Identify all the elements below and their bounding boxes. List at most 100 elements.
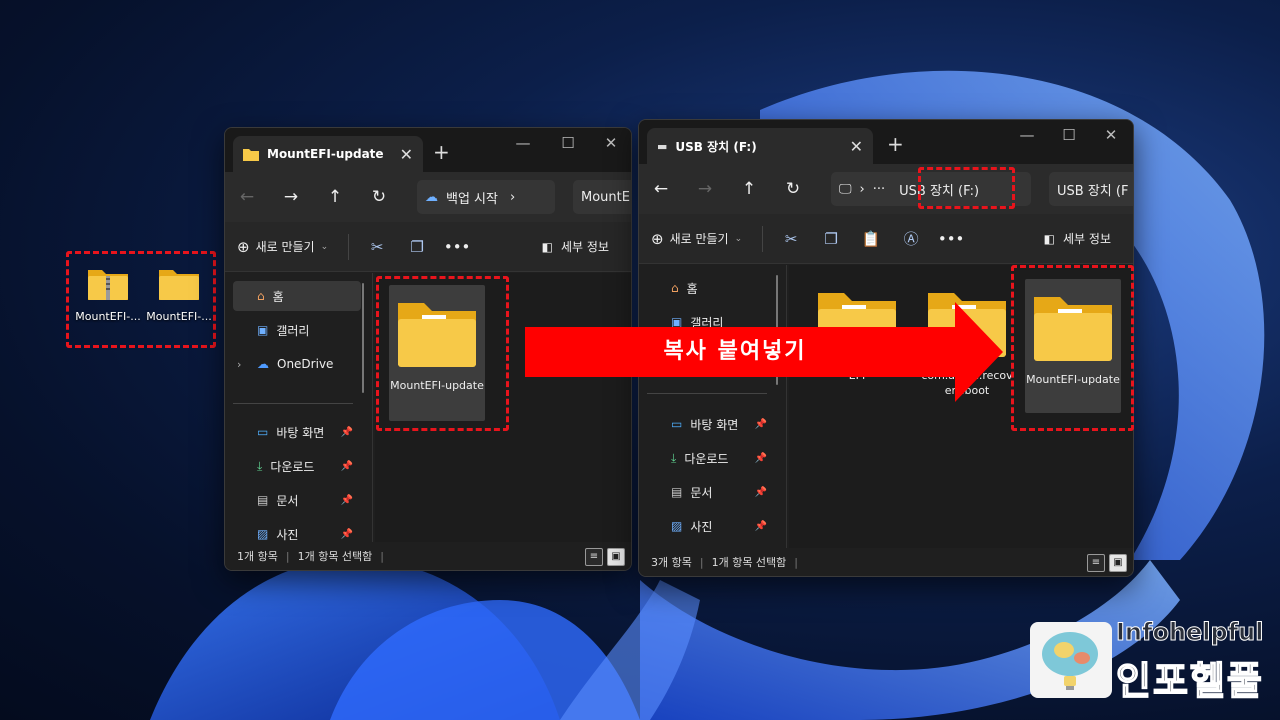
desktop-icon: ▭	[257, 425, 269, 439]
close-window-icon[interactable]: ✕	[1091, 126, 1131, 144]
sidebar-scrollbar[interactable]	[362, 283, 364, 393]
sidebar-item-desktop[interactable]: ▭ 바탕 화면 📌	[647, 409, 775, 439]
status-bar: 1개 항목 | 1개 항목 선택함 | ≡ ▣	[225, 542, 631, 570]
close-icon[interactable]: ✕	[850, 137, 863, 156]
pin-icon[interactable]: 📌	[755, 487, 767, 498]
pin-icon[interactable]: 📌	[755, 521, 767, 532]
up-icon[interactable]: ↑	[727, 179, 771, 199]
tab-title: USB 장치 (F:)	[675, 139, 757, 154]
sidebar-item-home[interactable]: ⌂ 홈	[233, 281, 361, 311]
cut-icon[interactable]: ✂	[771, 230, 811, 248]
pin-icon[interactable]: 📌	[755, 419, 767, 430]
forward-icon[interactable]: →	[683, 179, 727, 199]
sidebar-item-downloads[interactable]: ⤓ 다운로드 📌	[233, 451, 361, 481]
copy-icon[interactable]: ❐	[397, 238, 437, 256]
details-button[interactable]: ◧ 세부 정보	[542, 238, 609, 255]
watermark-ko: 인포헬풀	[1115, 658, 1264, 704]
sidebar-item-downloads[interactable]: ⤓ 다운로드 📌	[647, 443, 775, 473]
new-button[interactable]: ⊕ 새로 만들기 ⌄	[639, 230, 754, 248]
brain-bulb-icon	[1042, 632, 1098, 690]
file-item-mountefi[interactable]: MountEFI-update	[1025, 279, 1121, 413]
chevron-right-icon: ›	[509, 189, 516, 205]
chevron-down-icon: ⌄	[734, 233, 743, 244]
crumb-usb[interactable]: USB 장치 (F:)	[899, 180, 979, 199]
sidebar-item-label: 사진	[276, 527, 299, 542]
refresh-icon[interactable]: ↻	[771, 179, 815, 199]
back-icon[interactable]: ←	[225, 187, 269, 207]
more-icon[interactable]: •••	[437, 238, 477, 256]
search-box[interactable]: USB 장치 (F	[1049, 172, 1133, 206]
nav-bar: ← → ↑ ↻ 🖵 › ··· USB 장치 (F:) USB 장치 (F	[639, 164, 1133, 214]
sidebar-item-label: 홈	[272, 289, 284, 304]
item-count: 1개 항목	[237, 550, 278, 563]
tiles-view-icon[interactable]: ▣	[607, 548, 625, 566]
maximize-icon[interactable]: ☐	[548, 134, 588, 152]
address-bar[interactable]: ☁ 백업 시작 ›	[417, 180, 555, 214]
sidebar-item-home[interactable]: ⌂ 홈	[647, 273, 775, 303]
new-button[interactable]: ⊕ 새로 만들기 ⌄	[225, 238, 340, 256]
navigation-pane: ⌂ 홈 ▣ 갤러리 › ☁ OneDrive ▭ 바탕 화면 📌 ⤓ 다운로드 …	[225, 273, 373, 542]
sidebar-item-documents[interactable]: ▤ 문서 📌	[233, 485, 361, 515]
up-icon[interactable]: ↑	[313, 187, 357, 207]
computer-icon: 🖵	[839, 181, 852, 197]
more-icon[interactable]: •••	[931, 230, 971, 248]
divider	[762, 225, 764, 252]
pin-icon[interactable]: 📌	[341, 529, 353, 540]
new-label: 새로 만들기	[669, 232, 729, 246]
sidebar-item-onedrive[interactable]: › ☁ OneDrive	[233, 349, 361, 379]
close-icon[interactable]: ✕	[400, 145, 413, 164]
address-crumb[interactable]: MountEFI-	[573, 180, 631, 214]
copy-icon[interactable]: ❐	[811, 230, 851, 248]
status-bar: 3개 항목 | 1개 항목 선택함 | ≡ ▣	[639, 548, 1133, 576]
details-view-icon[interactable]: ≡	[1087, 554, 1105, 572]
add-tab-icon[interactable]: +	[887, 132, 904, 156]
sidebar-item-label: 문서	[690, 485, 713, 500]
pin-icon[interactable]: 📌	[341, 495, 353, 506]
desktop-icon-zip[interactable]: MountEFI-...	[73, 264, 143, 323]
add-tab-icon[interactable]: +	[433, 140, 450, 164]
chevron-down-icon: ⌄	[320, 241, 329, 252]
refresh-icon[interactable]: ↻	[357, 187, 401, 207]
rename-icon[interactable]: Ⓐ	[891, 228, 931, 249]
gallery-icon: ▣	[257, 323, 269, 337]
desktop-icon-label: MountEFI-...	[146, 310, 212, 323]
close-window-icon[interactable]: ✕	[591, 134, 631, 152]
sidebar-item-label: 다운로드	[270, 459, 315, 474]
arrow-label: 복사 붙여넣기	[663, 339, 807, 364]
pin-icon[interactable]: 📌	[341, 461, 353, 472]
file-item-mountefi[interactable]: MountEFI-update	[389, 285, 485, 421]
details-button[interactable]: ◧ 세부 정보	[1044, 230, 1111, 247]
home-icon: ⌂	[671, 281, 679, 295]
sidebar-item-pictures[interactable]: ▨ 사진 📌	[647, 511, 775, 541]
minimize-icon[interactable]: —	[503, 134, 543, 152]
pin-icon[interactable]: 📌	[341, 427, 353, 438]
maximize-icon[interactable]: ☐	[1049, 126, 1089, 144]
tab-mountefi[interactable]: MountEFI-update ✕	[233, 136, 423, 172]
paste-icon[interactable]: 📋	[851, 230, 891, 248]
minimize-icon[interactable]: —	[1007, 126, 1047, 144]
more-crumbs-icon: ···	[872, 181, 886, 197]
address-bar[interactable]: 🖵 › ··· USB 장치 (F:)	[831, 172, 1031, 206]
details-view-icon[interactable]: ≡	[585, 548, 603, 566]
details-label: 세부 정보	[561, 240, 609, 254]
sidebar-item-gallery[interactable]: ▣ 갤러리	[233, 315, 361, 345]
chevron-right-icon: ›	[859, 181, 865, 197]
sidebar-item-label: 갤러리	[276, 323, 310, 338]
pin-icon[interactable]: 📌	[755, 453, 767, 464]
forward-icon[interactable]: →	[269, 187, 313, 207]
tab-usb[interactable]: ▬ USB 장치 (F:) ✕	[647, 128, 873, 164]
pictures-icon: ▨	[257, 527, 269, 541]
folder-icon	[243, 149, 259, 161]
desktop-icon-label: MountEFI-...	[75, 310, 141, 323]
sidebar-item-label: 바탕 화면	[276, 425, 325, 440]
tiles-view-icon[interactable]: ▣	[1109, 554, 1127, 572]
plus-circle-icon: ⊕	[237, 237, 250, 256]
cut-icon[interactable]: ✂	[357, 238, 397, 256]
document-icon: ▤	[671, 485, 683, 499]
desktop-icon-folder[interactable]: MountEFI-...	[144, 264, 214, 323]
desktop-icons-highlight: MountEFI-... MountEFI-...	[66, 251, 216, 348]
sidebar-item-documents[interactable]: ▤ 문서 📌	[647, 477, 775, 507]
tab-title: MountEFI-update	[267, 147, 384, 161]
sidebar-item-desktop[interactable]: ▭ 바탕 화면 📌	[233, 417, 361, 447]
back-icon[interactable]: ←	[639, 179, 683, 199]
